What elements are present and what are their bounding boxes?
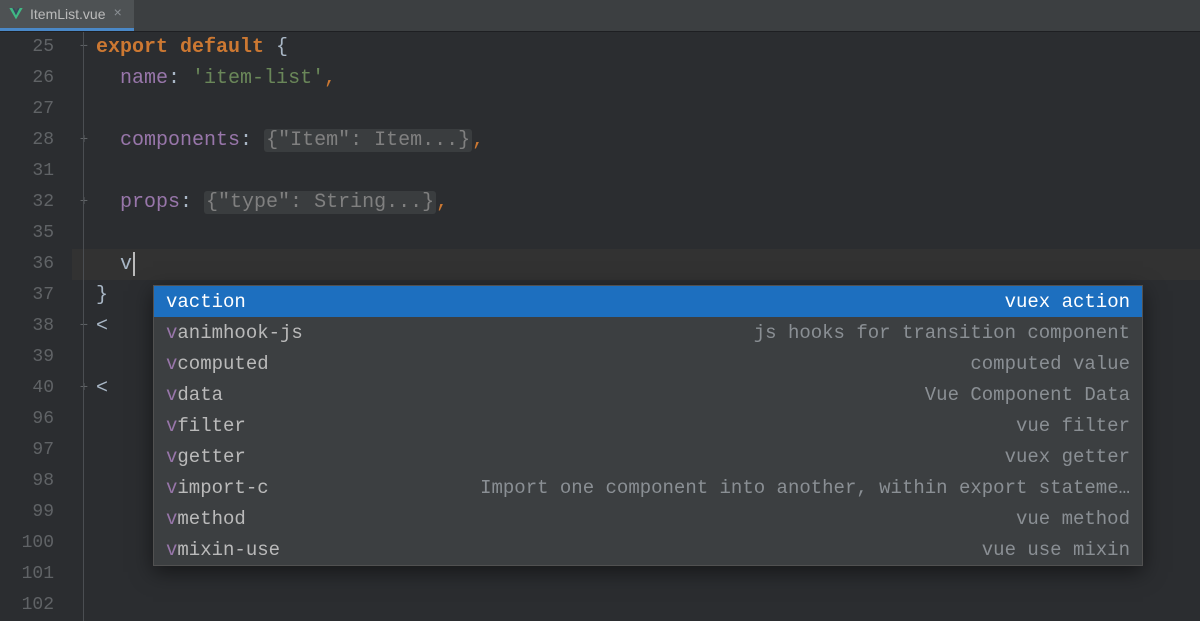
fold-toggle[interactable]: +	[72, 373, 96, 404]
line-number: 100	[0, 528, 54, 559]
close-icon[interactable]: ×	[111, 6, 123, 22]
fold-toggle	[72, 435, 96, 466]
line-number: 96	[0, 404, 54, 435]
fold-toggle[interactable]: +	[72, 125, 96, 156]
autocomplete-item[interactable]: vcomputed computed value	[154, 348, 1142, 379]
line-number: 101	[0, 559, 54, 590]
line-number: 35	[0, 218, 54, 249]
fold-toggle	[72, 94, 96, 125]
autocomplete-item[interactable]: vmixin-use vue use mixin	[154, 534, 1142, 565]
line-number: 27	[0, 94, 54, 125]
file-tab[interactable]: ItemList.vue ×	[0, 0, 134, 31]
autocomplete-item[interactable]: vanimhook-js js hooks for transition comp…	[154, 317, 1142, 348]
autocomplete-description: Import one component into another, withi…	[480, 477, 1130, 499]
autocomplete-item[interactable]: vmethod vue method	[154, 503, 1142, 534]
vue-file-icon	[8, 6, 24, 22]
fold-toggle	[72, 404, 96, 435]
autocomplete-label: vmixin-use	[166, 539, 280, 561]
autocomplete-description: js hooks for transition component	[754, 322, 1130, 344]
line-number: 36	[0, 249, 54, 280]
line-number: 39	[0, 342, 54, 373]
folded-region[interactable]: {"type": String...}	[204, 191, 436, 214]
line-number: 98	[0, 466, 54, 497]
autocomplete-description: Vue Component Data	[925, 384, 1130, 406]
fold-toggle	[72, 342, 96, 373]
line-number: 40	[0, 373, 54, 404]
autocomplete-label: vmethod	[166, 508, 246, 530]
autocomplete-description: vuex action	[1005, 291, 1130, 313]
autocomplete-label: vfilter	[166, 415, 246, 437]
code-editor[interactable]: 2526272831323536373839409697989910010110…	[0, 32, 1200, 621]
line-number: 28	[0, 125, 54, 156]
line-number: 26	[0, 63, 54, 94]
fold-toggle	[72, 280, 96, 311]
autocomplete-label: vgetter	[166, 446, 246, 468]
autocomplete-label: vimport-c	[166, 477, 269, 499]
autocomplete-label: vanimhook-js	[166, 322, 303, 344]
fold-toggle	[72, 466, 96, 497]
autocomplete-label: vaction	[166, 291, 246, 313]
line-number-gutter: 2526272831323536373839409697989910010110…	[0, 32, 72, 621]
fold-toggle[interactable]: −	[72, 32, 96, 63]
fold-toggle	[72, 528, 96, 559]
tab-filename: ItemList.vue	[30, 6, 105, 22]
folded-region[interactable]: {"Item": Item...}	[264, 129, 472, 152]
line-number: 102	[0, 590, 54, 621]
autocomplete-item[interactable]: vimport-c Import one component into anoth…	[154, 472, 1142, 503]
line-number: 99	[0, 497, 54, 528]
tab-bar: ItemList.vue ×	[0, 0, 1200, 32]
autocomplete-description: vue method	[1016, 508, 1130, 530]
autocomplete-label: vdata	[166, 384, 223, 406]
fold-toggle	[72, 497, 96, 528]
line-number: 25	[0, 32, 54, 63]
autocomplete-item[interactable]: vgetter vuex getter	[154, 441, 1142, 472]
line-number: 37	[0, 280, 54, 311]
autocomplete-popup[interactable]: vaction vuex action vanimhook-js js hooks f…	[153, 285, 1143, 566]
line-number: 31	[0, 156, 54, 187]
line-number: 32	[0, 187, 54, 218]
line-number: 38	[0, 311, 54, 342]
autocomplete-description: computed value	[970, 353, 1130, 375]
autocomplete-item[interactable]: vfilter vue filter	[154, 410, 1142, 441]
autocomplete-description: vue use mixin	[982, 539, 1130, 561]
fold-toggle	[72, 249, 96, 280]
fold-toggle[interactable]: −	[72, 311, 96, 342]
fold-toggle	[72, 559, 96, 590]
text-caret	[133, 252, 135, 276]
fold-toggle	[72, 218, 96, 249]
autocomplete-description: vuex getter	[1005, 446, 1130, 468]
fold-column: − + + − +	[72, 32, 96, 621]
fold-toggle	[72, 156, 96, 187]
autocomplete-description: vue filter	[1016, 415, 1130, 437]
autocomplete-item[interactable]: vaction vuex action	[154, 286, 1142, 317]
autocomplete-label: vcomputed	[166, 353, 269, 375]
fold-toggle	[72, 63, 96, 94]
autocomplete-item[interactable]: vdata Vue Component Data	[154, 379, 1142, 410]
fold-toggle[interactable]: +	[72, 187, 96, 218]
fold-toggle	[72, 590, 96, 621]
line-number: 97	[0, 435, 54, 466]
